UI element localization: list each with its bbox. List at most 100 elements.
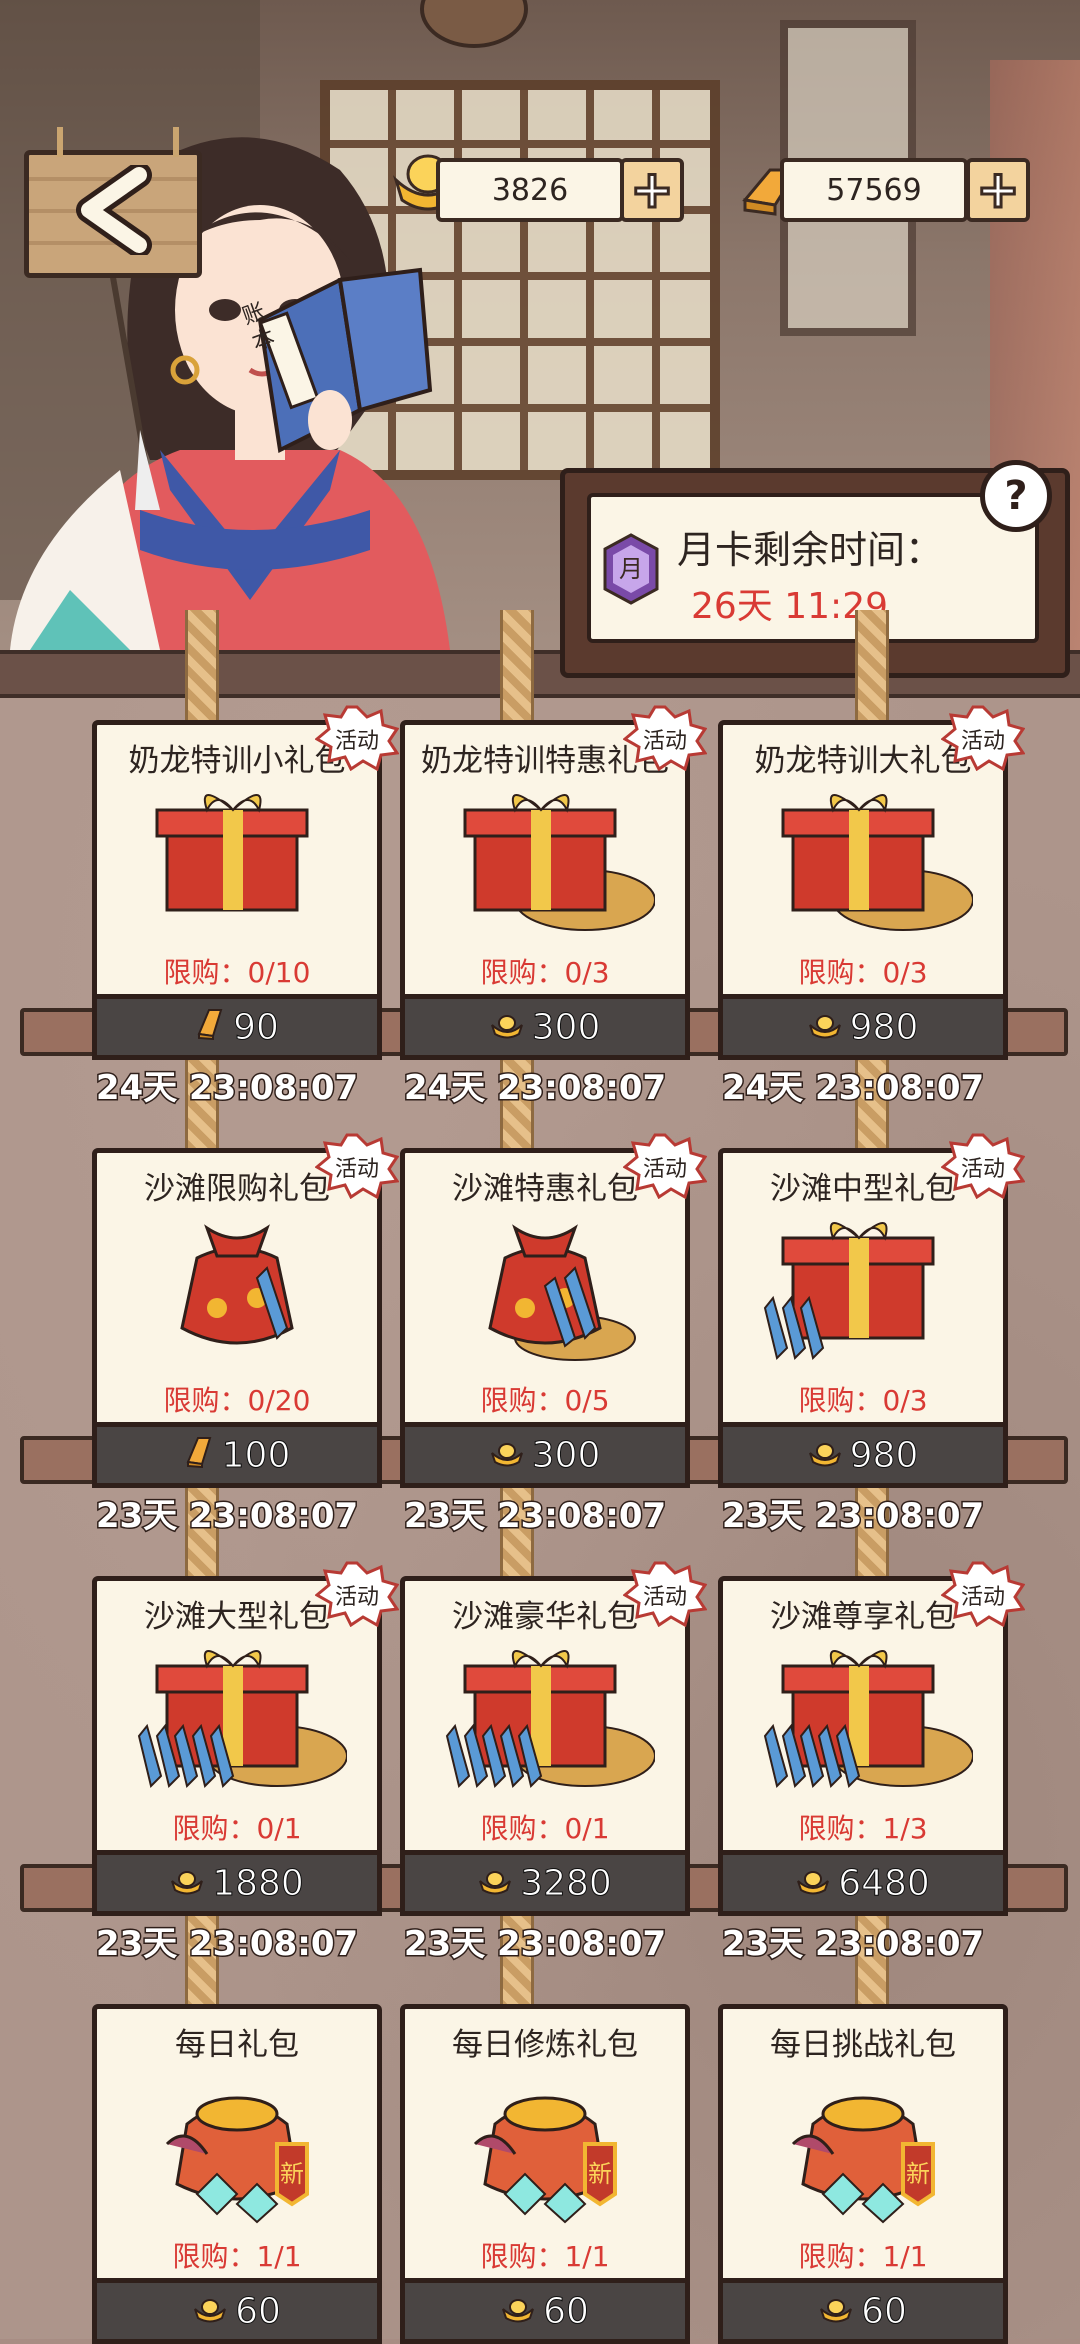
countdown-timer: 23天 23:08:07 [402,1923,667,1966]
event-badge: 活动 [315,1133,399,1199]
svg-text:新: 新 [588,2160,612,2188]
monthly-card-icon: 月 [603,533,659,605]
purchase-limit: 限购：0/10 [163,956,311,989]
event-badge-label: 活动 [334,1157,379,1182]
price-value: 1880 [212,1862,305,1904]
monthly-card-title: 月卡剩余时间： [677,528,944,572]
gold-bar-icon [184,1434,214,1477]
purchase-limit: 限购：0/1 [172,1812,302,1845]
ingot-icon [170,1863,204,1904]
countdown-timer: 23天 23:08:07 [402,1495,667,1538]
event-badge-label: 活动 [642,1157,687,1182]
purchase-limit: 限购：0/3 [798,956,928,989]
gift-pack-card[interactable]: 每日修炼礼包新限购：1/1 60 [400,2004,690,2344]
gift-pack-card[interactable]: 沙滩限购礼包 限购：0/20 100 活动 [92,1133,399,1488]
price-button[interactable]: 300 [400,994,690,1060]
price-value: 300 [531,1006,601,1048]
gift-pack-card[interactable]: 沙滩特惠礼包 限购：0/5 300 活动 [400,1133,707,1488]
event-badge: 活动 [623,705,707,771]
price-value: 60 [235,2290,282,2332]
countdown-timer: 24天 23:08:07 [94,1067,359,1110]
add-coin-button[interactable]: + [620,158,684,222]
add-gold-bar-button[interactable]: + [966,158,1030,222]
purchase-limit: 限购：1/1 [480,2240,610,2273]
price-button[interactable]: 3280 [400,1850,690,1916]
price-button[interactable]: 300 [400,1422,690,1488]
back-button[interactable] [24,127,202,278]
ingot-icon [819,2291,853,2332]
money-bag-shovel-icon [127,1208,347,1368]
ingot-icon [796,1863,830,1904]
ingot-icon [490,1435,524,1476]
ingot-icon [501,2291,535,2332]
price-button[interactable]: 6480 [718,1850,1008,1916]
price-button[interactable]: 60 [92,2278,382,2344]
medium-gift-box-icon [435,780,656,940]
back-arrow-icon [76,165,152,255]
gift-pack-card[interactable]: 每日挑战礼包新限购：1/1 60 [718,2004,1008,2344]
gift-pack-card[interactable]: 沙滩尊享礼包 限购：1/3 6480 活动 [718,1561,1025,1916]
gift-pack-card[interactable]: 每日礼包新限购：1/1 60 [92,2004,382,2344]
price-value: 100 [221,1434,291,1476]
sign-ropes [57,127,179,157]
gift-pack-card[interactable]: 奶龙特训大礼包 限购：0/3 980 活动 [718,705,1025,1060]
event-badge: 活动 [941,705,1025,771]
purchase-limit: 限购：1/3 [798,1812,928,1845]
price-button[interactable]: 980 [718,1422,1008,1488]
price-button[interactable]: 90 [92,994,382,1060]
large-gift-box-icon [753,780,974,940]
purchase-limit: 限购：0/5 [480,1384,610,1417]
price-button[interactable]: 980 [718,994,1008,1060]
event-badge-label: 活动 [334,1585,379,1610]
price-value: 90 [233,1006,280,1048]
ingot-icon [193,2291,227,2332]
gift-pack-card[interactable]: 沙滩大型礼包 限购：0/1 1880 活动 [92,1561,399,1916]
premium-gift-box-icon [753,1636,974,1796]
ingot-icon [808,1007,842,1048]
purchase-limit: 限购：0/20 [163,1384,311,1417]
countdown-timer: 23天 23:08:07 [94,1495,359,1538]
event-badge-label: 活动 [960,729,1005,754]
price-button[interactable]: 60 [400,2278,690,2344]
price-button[interactable]: 100 [92,1422,382,1488]
help-button[interactable]: ? [980,460,1052,532]
event-badge-label: 活动 [960,1585,1005,1610]
monthly-card-info: 月 月卡剩余时间： 26天 11:29 [587,493,1039,643]
event-badge: 活动 [315,705,399,771]
event-badge: 活动 [315,1561,399,1627]
countdown-timer: 24天 23:08:07 [720,1067,985,1110]
price-value: 300 [531,1434,601,1476]
money-bag-shovels-icon [435,1208,655,1368]
ingot-icon [808,1435,842,1476]
countdown-timer: 23天 23:08:07 [720,1923,985,1966]
price-button[interactable]: 60 [718,2278,1008,2344]
luxury-gift-box-icon [435,1636,656,1796]
daily-pouch-icon: 新 [127,2064,347,2224]
event-badge: 活动 [623,1561,707,1627]
event-badge: 活动 [941,1561,1025,1627]
gift-pack-name: 每日礼包 [175,2027,299,2063]
gift-box-many-shovels-icon [127,1636,348,1796]
gift-pack-name: 每日挑战礼包 [770,2027,956,2063]
countdown-timer: 23天 23:08:07 [94,1923,359,1966]
daily-pouch-icon: 新 [435,2064,655,2224]
ingot-icon [490,1007,524,1048]
purchase-limit: 限购：1/1 [798,2240,928,2273]
event-badge: 活动 [623,1133,707,1199]
gift-pack-card[interactable]: 奶龙特训特惠礼包 限购：0/3 300 活动 [400,705,707,1060]
gift-pack-card[interactable]: 奶龙特训小礼包 限购：0/10 90 活动 [92,705,399,1060]
price-value: 980 [849,1006,919,1048]
price-button[interactable]: 1880 [92,1850,382,1916]
small-gift-box-icon [127,780,347,940]
gift-pack-card[interactable]: 沙滩中型礼包 限购：0/3 980 活动 [718,1133,1025,1488]
gold-bar-balance: 57569 [780,158,968,222]
gift-pack-card[interactable]: 沙滩豪华礼包 限购：0/1 3280 活动 [400,1561,707,1916]
daily-pouch-icon: 新 [753,2064,973,2224]
event-badge-label: 活动 [642,1585,687,1610]
gift-box-shovels-icon [753,1208,973,1368]
gift-pack-name: 每日修炼礼包 [452,2027,638,2063]
purchase-limit: 限购：0/3 [798,1384,928,1417]
svg-text:新: 新 [906,2160,930,2188]
svg-text:新: 新 [280,2160,304,2188]
price-value: 3280 [520,1862,613,1904]
